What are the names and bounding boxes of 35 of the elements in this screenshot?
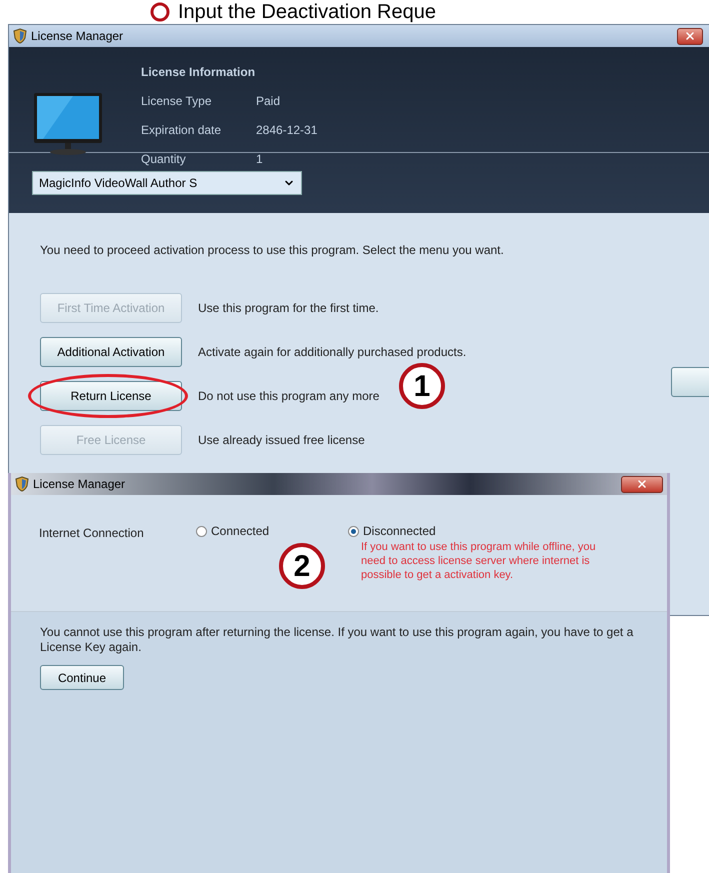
info-value: Paid xyxy=(256,94,280,108)
radio-option[interactable]: Disconnected xyxy=(348,524,500,538)
close-button[interactable] xyxy=(677,28,703,44)
monitor-icon xyxy=(33,92,103,156)
offline-note: If you want to use this program while offline, you need to access license server where internet is possible to get a activation key. xyxy=(361,540,597,582)
connection-label: Internet Connection xyxy=(39,525,145,542)
info-value: 2846-12-31 xyxy=(256,123,318,137)
info-label: Expiration date xyxy=(141,123,222,137)
close-icon xyxy=(684,30,696,42)
info-label: Quantity xyxy=(141,152,187,166)
shield-icon xyxy=(13,28,27,44)
shield-icon xyxy=(15,476,29,492)
close-icon xyxy=(636,478,648,490)
radio-option[interactable]: Connected xyxy=(196,524,348,538)
option-description: Do not use this program any more xyxy=(198,388,380,405)
continue-button[interactable]: Continue xyxy=(40,665,124,690)
info-value: 1 xyxy=(256,152,263,166)
option-description: Activate again for additionally purchased products. xyxy=(198,344,466,361)
callout-number: 2 xyxy=(279,543,325,589)
license-info-heading: License Information xyxy=(141,65,256,79)
window-title: License Manager xyxy=(31,28,124,45)
option-button[interactable]: Additional Activation xyxy=(40,337,182,367)
info-label: License Type xyxy=(141,94,212,108)
radio-button[interactable] xyxy=(348,526,359,536)
option-button[interactable]: Return License xyxy=(40,381,182,411)
option-description: Use already issued free license xyxy=(198,432,365,449)
annotation-heading: Input the Deactivation Reque xyxy=(178,1,436,23)
product-dropdown[interactable]: MagicInfo VideoWall Author S xyxy=(32,171,302,195)
window-title: License Manager xyxy=(33,476,126,493)
option-description: Use this program for the first time. xyxy=(198,300,379,317)
radio-button[interactable] xyxy=(196,526,207,536)
close-button[interactable] xyxy=(621,476,663,492)
instruction-text: You need to proceed activation process to use this program. Select the menu you want. xyxy=(40,242,505,259)
callout-number: 1 xyxy=(399,363,445,409)
warning-text: You cannot use this program after returning the license. If you want to use this program again, you have to get a License Key again. xyxy=(40,625,634,655)
